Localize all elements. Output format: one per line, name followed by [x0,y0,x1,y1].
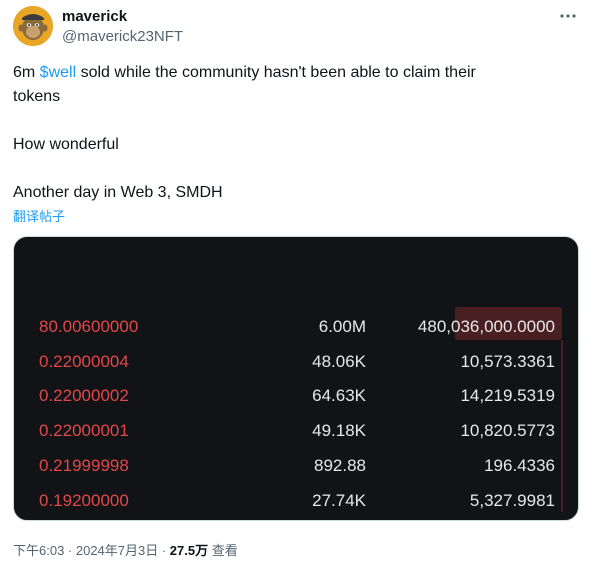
tweet-card: maverick @maverick23NFT 6m $well sold wh… [0,0,594,563]
order-total: 10,820.5773 [460,421,555,440]
orderbook-row: 0.19200000 27.74K 5,327.9981 [14,483,578,517]
attached-image-orderbook[interactable]: 80.00600000 6.00M 480,036,000.0000 0.220… [13,236,579,521]
orderbook-row: 80.00600000 6.00M 480,036,000.0000 [14,309,578,343]
ape-avatar-icon [13,6,53,46]
cashtag-link[interactable]: $well [40,64,76,81]
view-label: 查看 [208,543,238,558]
order-total: 196.4336 [484,456,555,475]
tweet-line-1: 6m $well sold while the community hasn't… [13,61,573,85]
more-button[interactable] [558,6,578,26]
order-price: 0.22000002 [39,386,129,405]
order-amount: 48.06K [312,352,366,371]
order-total: 10,573.3361 [460,352,555,371]
order-amount: 6.00M [318,317,366,336]
orderbook-row: 0.22000001 49.18K 10,820.5773 [14,413,578,447]
display-name[interactable]: maverick [62,8,127,25]
tweet-paragraph-2: How wonderful [13,136,119,153]
tweet-line-2: tokens [13,88,61,105]
order-amount: 64.63K [312,386,366,405]
order-total: 14,219.5319 [460,386,555,405]
order-price: 0.22000004 [39,352,129,371]
order-total: 480,036,000.0000 [417,317,555,336]
user-handle[interactable]: @maverick23NFT [62,28,183,45]
orderbook-row: 0.21999998 892.88 196.4336 [14,448,578,482]
orderbook-row: 0.22000002 64.63K 14,219.5319 [14,378,578,412]
order-price: 0.21999998 [39,456,129,475]
tweet-timestamp[interactable]: 下午6:03 · 2024年7月3日 · [13,543,170,558]
more-horizontal-icon [560,14,576,18]
translate-post-link[interactable]: 翻译帖子 [13,206,65,225]
order-total: 5,327.9981 [469,491,555,510]
tweet-paragraph-3: Another day in Web 3, SMDH [13,184,223,201]
order-price: 0.22000001 [39,421,129,440]
tweet-text-segment: sold while the community hasn't been abl… [76,64,476,81]
order-price: 0.19200000 [39,491,129,510]
tweet-text: 6m $well sold while the community hasn't… [13,61,573,205]
avatar[interactable] [13,6,53,46]
order-price: 80.00600000 [39,317,139,336]
tweet-meta: 下午6:03 · 2024年7月3日 · 27.5万 查看 [13,540,238,559]
tweet-text-segment: 6m [13,64,40,81]
orderbook-row: 0.22000004 48.06K 10,573.3361 [14,344,578,378]
order-amount: 49.18K [312,421,366,440]
view-count: 27.5万 [169,543,209,558]
order-amount: 27.74K [312,491,366,510]
order-amount: 892.88 [314,456,366,475]
